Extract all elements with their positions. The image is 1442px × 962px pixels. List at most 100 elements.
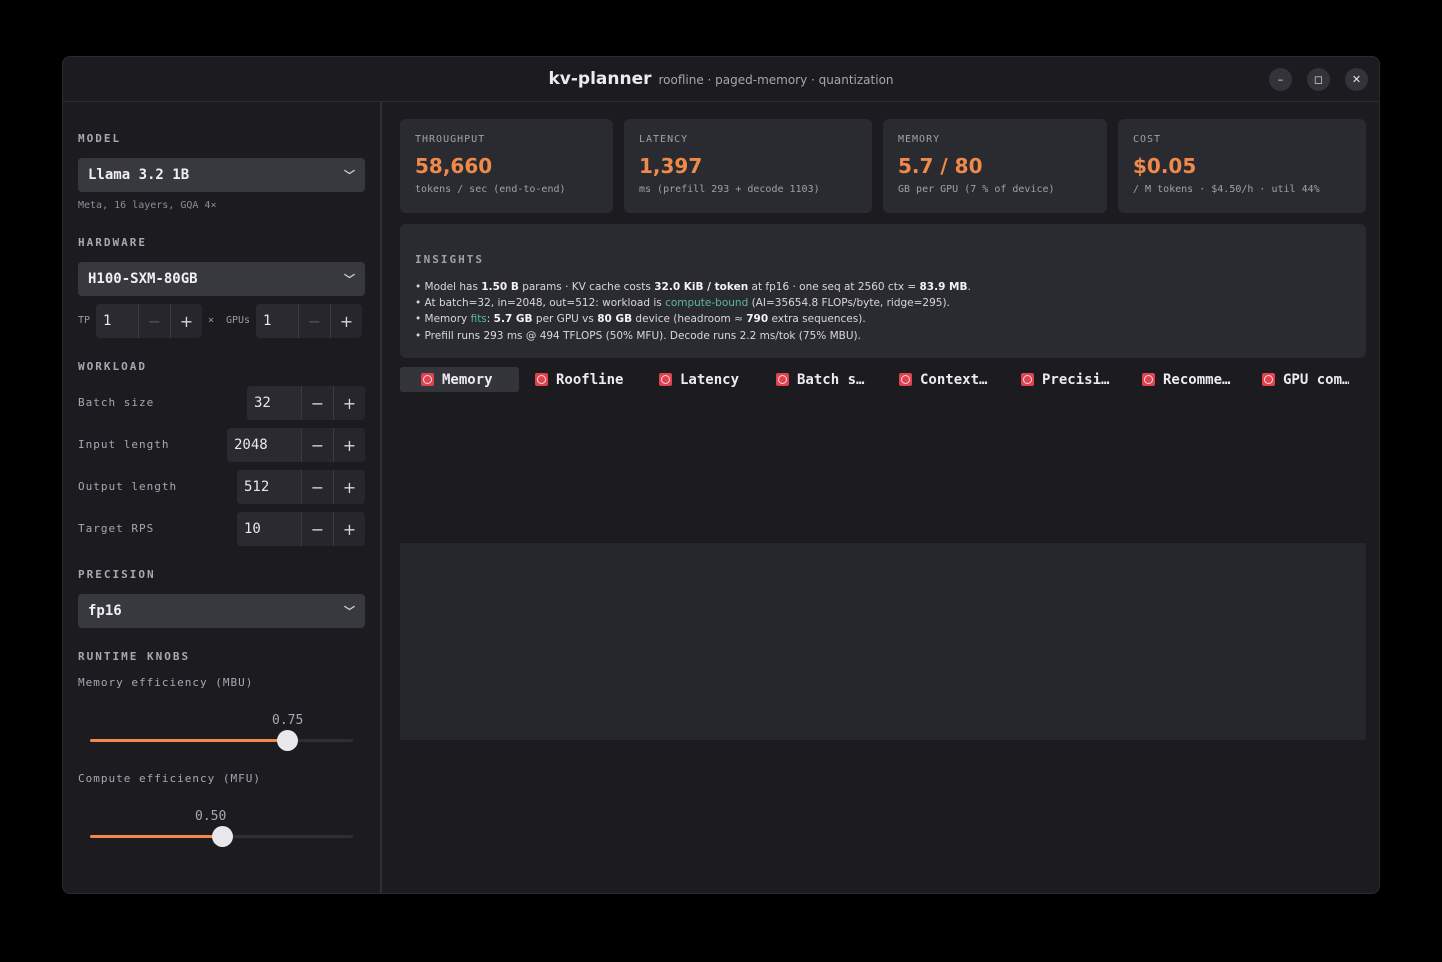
close-button[interactable]: ✕	[1345, 68, 1368, 91]
chevron-down-icon: ﹀	[344, 169, 355, 182]
card-sub: tokens / sec (end-to-end)	[415, 184, 566, 195]
target-rps-stepper[interactable]: 10 − +	[237, 512, 365, 546]
input-length-decrement-button[interactable]: −	[301, 428, 333, 462]
output-length-increment-button[interactable]: +	[333, 470, 365, 504]
precision-select-value: fp16	[88, 603, 122, 619]
insight-line: • Memory fits: 5.7 GB per GPU vs 80 GB d…	[415, 313, 866, 326]
tp-increment-button[interactable]: +	[170, 304, 202, 338]
card-key: COST	[1133, 134, 1162, 145]
output-length-label: Output length	[78, 480, 178, 493]
card-key: LATENCY	[639, 134, 689, 145]
tab-icon	[899, 373, 912, 386]
tab-icon	[1262, 373, 1275, 386]
gpus-stepper[interactable]: 1 − +	[256, 304, 362, 338]
tab-memory[interactable]: Memory	[400, 367, 519, 392]
output-length-decrement-button[interactable]: −	[301, 470, 333, 504]
batch-size-stepper[interactable]: 32 − +	[247, 386, 365, 420]
insight-line: • Model has 1.50 B params · KV cache cos…	[415, 281, 971, 293]
memory-card: MEMORY 5.7 / 80 GB per GPU (7 % of devic…	[883, 119, 1107, 213]
input-length-increment-button[interactable]: +	[333, 428, 365, 462]
tab-icon	[659, 373, 672, 386]
tp-decrement-button[interactable]: −	[138, 304, 170, 338]
card-sub: / M tokens · $4.50/h · util 44%	[1133, 184, 1320, 195]
card-sub: GB per GPU (7 % of device)	[898, 184, 1055, 195]
hardware-select-value: H100-SXM-80GB	[88, 271, 198, 287]
model-select-value: Llama 3.2 1B	[88, 167, 190, 183]
mbu-label: Memory efficiency (MBU)	[78, 676, 254, 689]
gpus-decrement-button[interactable]: −	[298, 304, 330, 338]
mbu-slider[interactable]	[90, 730, 353, 751]
card-sub: ms (prefill 293 + decode 1103)	[639, 184, 820, 195]
plot-area	[400, 543, 1366, 740]
mbu-slider-fill	[90, 739, 288, 742]
batch-size-decrement-button[interactable]: −	[301, 386, 333, 420]
chevron-down-icon: ﹀	[344, 605, 355, 618]
gpus-value[interactable]: 1	[256, 304, 298, 338]
tab-roofline[interactable]: Roofline	[519, 367, 633, 392]
input-length-stepper[interactable]: 2048 − +	[227, 428, 365, 462]
tab-recommend[interactable]: Recomme…	[1111, 367, 1232, 392]
tab-bar: Memory Roofline Latency Batch s… Context…	[400, 367, 1366, 393]
card-value: $0.05	[1133, 154, 1197, 178]
batch-size-value[interactable]: 32	[247, 386, 301, 420]
mbu-slider-handle[interactable]	[277, 730, 299, 751]
insights-label: INSIGHTS	[415, 253, 484, 266]
runtime-section-label: RUNTIME KNOBS	[78, 650, 191, 663]
model-select[interactable]: Llama 3.2 1B ﹀	[78, 158, 365, 192]
tab-context[interactable]: Context…	[869, 367, 990, 392]
hardware-select[interactable]: H100-SXM-80GB ﹀	[78, 262, 365, 296]
cost-card: COST $0.05 / M tokens · $4.50/h · util 4…	[1118, 119, 1366, 213]
mfu-value: 0.50	[195, 809, 227, 824]
card-value: 5.7 / 80	[898, 154, 983, 178]
tab-gpu-compare[interactable]: GPU com…	[1232, 367, 1349, 392]
output-length-value[interactable]: 512	[237, 470, 301, 504]
insight-line: • Prefill runs 293 ms @ 494 TFLOPS (50% …	[415, 329, 861, 342]
precision-section-label: PRECISION	[78, 568, 156, 581]
mfu-slider[interactable]	[90, 826, 353, 847]
mbu-value: 0.75	[272, 713, 304, 728]
insights-panel: INSIGHTS • Model has 1.50 B params · KV …	[400, 224, 1366, 358]
card-key: THROUGHPUT	[415, 134, 486, 145]
batch-size-label: Batch size	[78, 396, 155, 409]
tp-stepper[interactable]: 1 − +	[96, 304, 202, 338]
tab-precision[interactable]: Precisi…	[990, 367, 1111, 392]
card-value: 1,397	[639, 154, 703, 178]
sidebar: MODEL Llama 3.2 1B ﹀ Meta, 16 layers, GQ…	[63, 102, 382, 893]
tp-label: TP	[78, 315, 91, 326]
app-window: kv-planner roofline · paged-memory · qua…	[62, 56, 1380, 894]
tab-icon	[776, 373, 789, 386]
tp-value[interactable]: 1	[96, 304, 138, 338]
chevron-down-icon: ﹀	[344, 273, 355, 286]
app-subtitle: roofline · paged-memory · quantization	[658, 73, 894, 87]
gpus-increment-button[interactable]: +	[330, 304, 362, 338]
mfu-slider-handle[interactable]	[211, 826, 233, 847]
tab-latency[interactable]: Latency	[633, 367, 750, 392]
tab-icon	[421, 373, 434, 386]
times-sign: ×	[208, 315, 215, 326]
precision-select[interactable]: fp16 ﹀	[78, 594, 365, 628]
input-length-value[interactable]: 2048	[227, 428, 301, 462]
tab-batch-sweep[interactable]: Batch s…	[750, 367, 869, 392]
throughput-card: THROUGHPUT 58,660 tokens / sec (end-to-e…	[400, 119, 613, 213]
model-section-label: MODEL	[78, 132, 122, 145]
mfu-slider-fill	[90, 835, 222, 838]
target-rps-increment-button[interactable]: +	[333, 512, 365, 546]
batch-size-increment-button[interactable]: +	[333, 386, 365, 420]
workload-section-label: WORKLOAD	[78, 360, 147, 373]
title-bar: kv-planner roofline · paged-memory · qua…	[63, 57, 1379, 102]
tab-icon	[535, 373, 548, 386]
gpus-label: GPUs	[226, 315, 251, 326]
card-key: MEMORY	[898, 134, 941, 145]
app-title: kv-planner	[548, 69, 652, 89]
input-length-label: Input length	[78, 438, 170, 451]
maximize-button[interactable]: ◻	[1307, 68, 1330, 91]
card-value: 58,660	[415, 154, 493, 178]
minimize-button[interactable]: –	[1269, 68, 1292, 91]
tab-icon	[1021, 373, 1034, 386]
target-rps-label: Target RPS	[78, 522, 155, 535]
output-length-stepper[interactable]: 512 − +	[237, 470, 365, 504]
main-panel: THROUGHPUT 58,660 tokens / sec (end-to-e…	[384, 102, 1379, 893]
model-hint: Meta, 16 layers, GQA 4×	[78, 200, 217, 211]
target-rps-value[interactable]: 10	[237, 512, 301, 546]
target-rps-decrement-button[interactable]: −	[301, 512, 333, 546]
